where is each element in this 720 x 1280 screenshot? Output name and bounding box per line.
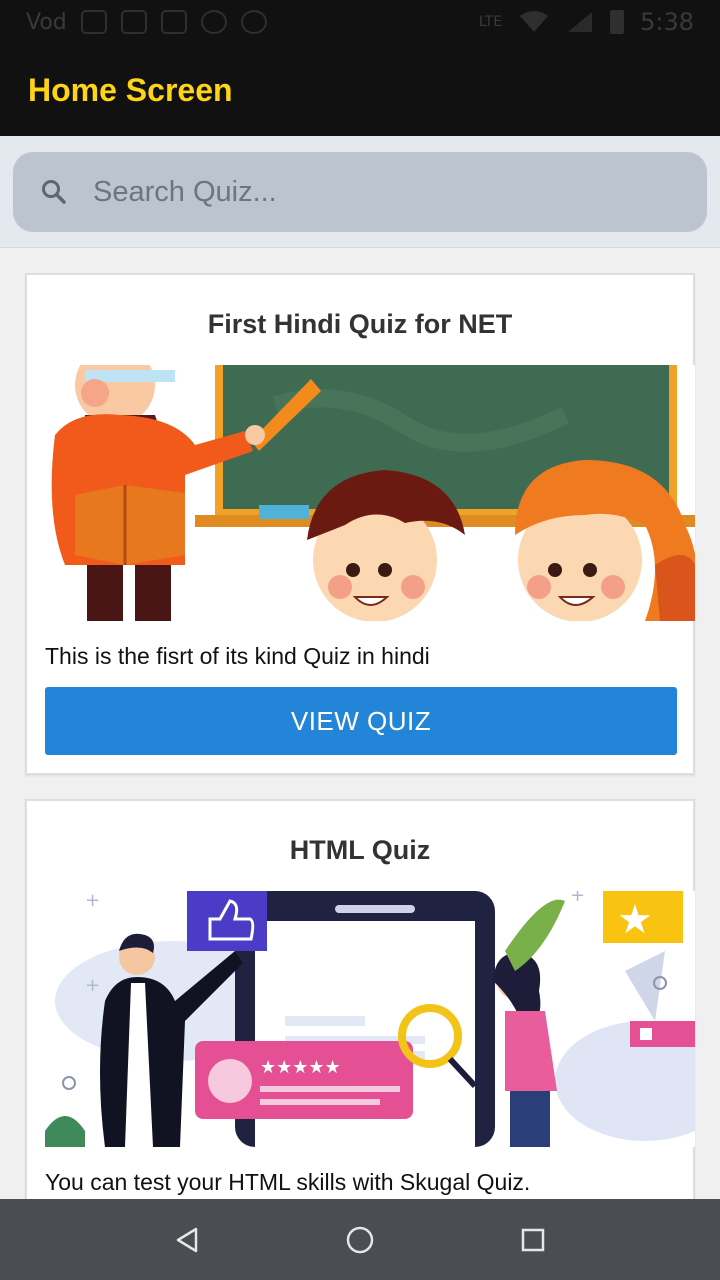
quiz-card: HTML Quiz ★★★★★ ★ + + + You can test you… xyxy=(25,799,695,1199)
quiz-card-title: HTML Quiz xyxy=(289,835,431,865)
status-time: 5:38 xyxy=(640,8,694,36)
youtube-icon xyxy=(160,10,187,34)
svg-text:+: + xyxy=(570,891,585,906)
quiz-card-description: This is the fisrt of its kind Quiz in hi… xyxy=(45,643,430,669)
home-button[interactable] xyxy=(330,1210,390,1270)
quiz-list[interactable]: First Hindi Quiz for NET This is the fis… xyxy=(0,249,720,1199)
view-quiz-button[interactable]: VIEW QUIZ xyxy=(45,687,677,755)
system-nav-bar xyxy=(0,1199,720,1280)
quiz-card: First Hindi Quiz for NET This is the fis… xyxy=(25,273,695,775)
back-triangle-icon xyxy=(176,1227,197,1252)
search-section xyxy=(0,136,720,248)
search-input[interactable] xyxy=(93,175,653,209)
app-notification-icon xyxy=(240,10,267,34)
recents-square-icon xyxy=(522,1228,545,1251)
svg-text:+: + xyxy=(85,975,100,996)
home-circle-icon xyxy=(346,1226,374,1253)
system-status-icons: LTE 5:38 xyxy=(479,8,694,36)
app-notification-icon xyxy=(80,10,107,34)
recents-button[interactable] xyxy=(503,1210,563,1270)
back-button[interactable] xyxy=(157,1210,217,1270)
quiz-card-description: You can test your HTML skills with Skuga… xyxy=(45,1169,531,1195)
svg-text:★★★★★: ★★★★★ xyxy=(260,1057,341,1078)
html-quiz-illustration: ★★★★★ ★ + + + xyxy=(45,891,695,1147)
quiz-card-title: First Hindi Quiz for NET xyxy=(207,309,513,339)
svg-text:+: + xyxy=(85,891,100,911)
wifi-icon xyxy=(520,11,549,32)
search-bar[interactable] xyxy=(13,152,707,232)
battery-icon xyxy=(610,10,625,34)
app-notification-icon xyxy=(120,10,147,34)
app-bar: Home Screen xyxy=(0,44,720,136)
search-icon xyxy=(42,180,66,204)
signal-icon xyxy=(568,12,593,32)
svg-text:★: ★ xyxy=(617,897,653,943)
page-title: Home Screen xyxy=(28,71,233,108)
notification-icons: Vod xyxy=(26,10,267,35)
teacher-classroom-illustration xyxy=(45,365,695,621)
status-bar: Vod LTE 5:38 xyxy=(0,0,720,44)
network-type-label: LTE xyxy=(478,14,503,30)
carrier-label: Vod xyxy=(26,9,67,35)
app-notification-icon xyxy=(200,10,227,34)
